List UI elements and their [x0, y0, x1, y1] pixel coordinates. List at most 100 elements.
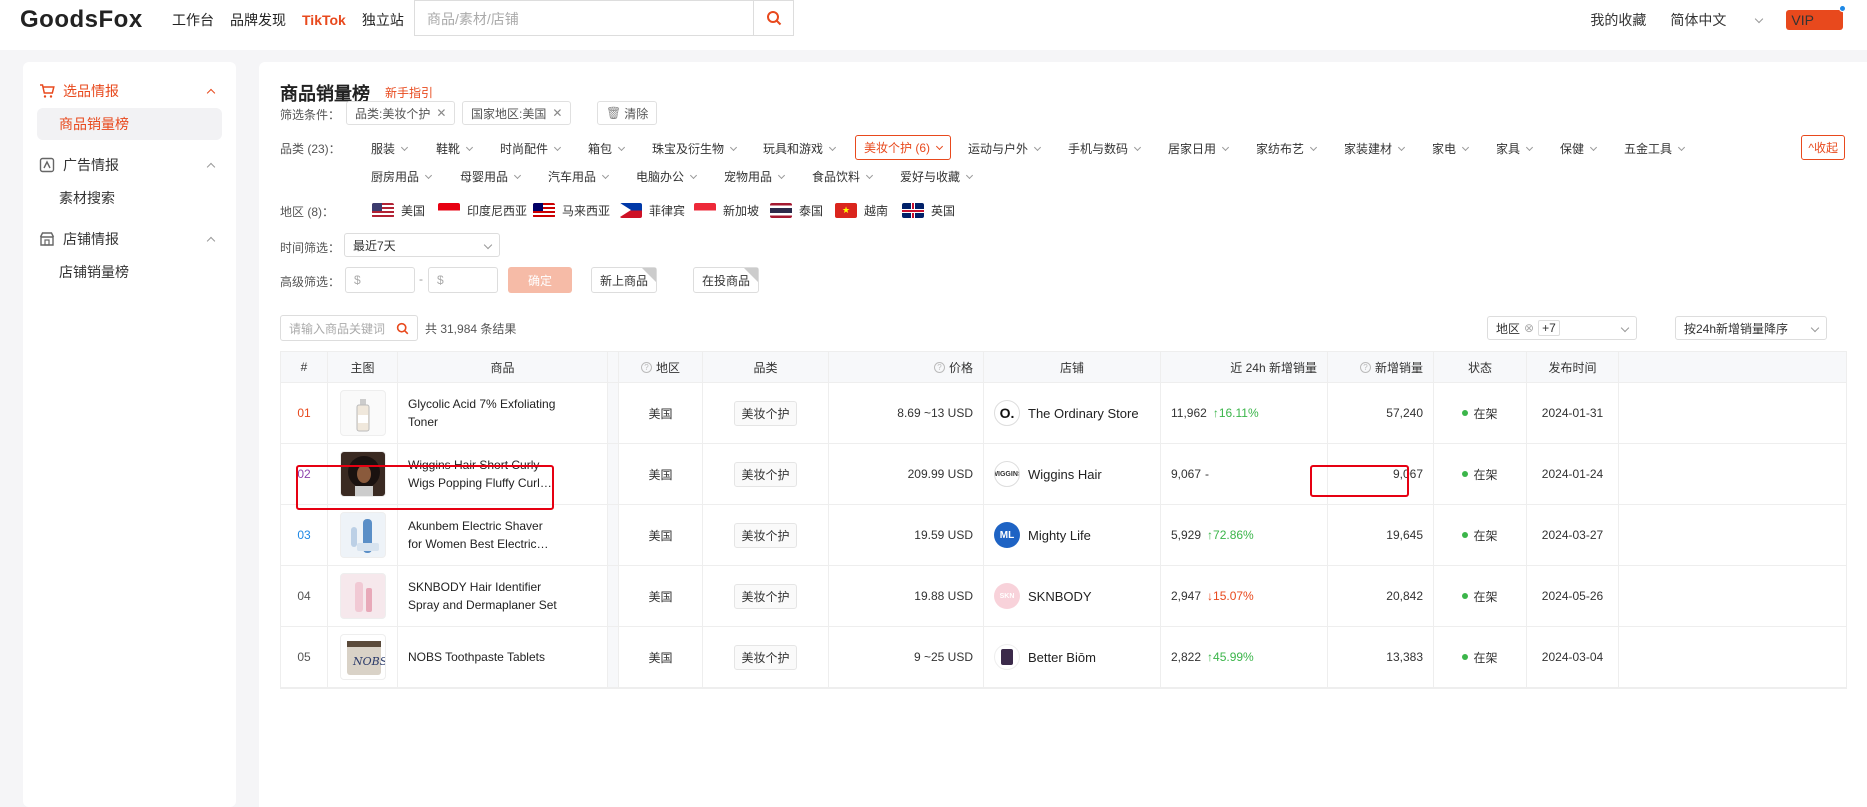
category-phones-digital[interactable]: 手机与数码 — [1068, 140, 1142, 157]
header-new-sales[interactable]: ? 新增销量 — [1328, 352, 1434, 382]
category-automotive[interactable]: 汽车用品 — [548, 168, 610, 185]
sidebar-item-product-sales-rank[interactable]: 商品销量榜 — [37, 108, 222, 140]
product-name[interactable]: Glycolic Acid 7% Exfoliating Toner — [408, 395, 558, 431]
table-row[interactable]: 05 NOBS NOBS Toothpaste Tablets 美国 美妆个护 … — [281, 627, 1846, 688]
sort-select[interactable]: 按24h新增销量降序 — [1675, 316, 1827, 340]
category-pets[interactable]: 宠物用品 — [724, 168, 786, 185]
shop-name[interactable]: SKNBODY — [1028, 589, 1092, 604]
collapse-categories-button[interactable]: ^收起 — [1801, 135, 1845, 160]
category-bags[interactable]: 箱包 — [588, 140, 626, 157]
region-malaysia[interactable]: 马来西亚 — [533, 202, 610, 219]
advertising-products-toggle[interactable]: 在投商品 — [693, 267, 760, 293]
product-name[interactable]: SKNBODY Hair Identifier Spray and Dermap… — [408, 578, 558, 614]
category-home-daily[interactable]: 居家日用 — [1168, 140, 1230, 157]
category-jewelry[interactable]: 珠宝及衍生物 — [652, 140, 738, 157]
shop-cell[interactable]: Better Biōm — [984, 627, 1161, 687]
price-min-input[interactable]: $ — [345, 267, 415, 293]
header-price[interactable]: ? 价格 — [829, 352, 984, 382]
language-selector[interactable]: 简体中文 — [1670, 10, 1764, 30]
sidebar-group-header-product-intel[interactable]: 选品情报 — [37, 76, 222, 106]
shop-cell[interactable]: O. The Ordinary Store — [984, 383, 1161, 443]
category-apparel[interactable]: 服装 — [371, 140, 409, 157]
category-toys-games[interactable]: 玩具和游戏 — [763, 140, 837, 157]
shop-cell[interactable]: SKN SKNBODY — [984, 566, 1161, 626]
shop-name[interactable]: Better Biōm — [1028, 650, 1096, 665]
category-furniture[interactable]: 家具 — [1496, 140, 1534, 157]
product-thumbnail[interactable] — [339, 573, 386, 619]
search-button[interactable] — [753, 1, 793, 35]
table-row[interactable]: 03 Akunbem Electric Shaver for Women Bes… — [281, 505, 1846, 566]
category-computers-office[interactable]: 电脑办公 — [636, 168, 698, 185]
beginner-guide-link[interactable]: 新手指引 — [385, 84, 433, 101]
region-uk[interactable]: 英国 — [902, 202, 955, 219]
product-name[interactable]: Wiggins Hair Short Curly Wigs Popping Fl… — [408, 456, 558, 492]
product-thumbnail[interactable] — [339, 390, 386, 436]
category-health[interactable]: 保健 — [1560, 140, 1598, 157]
nav-independent-site[interactable]: 独立站 — [362, 10, 404, 30]
category-hardware-tools[interactable]: 五金工具 — [1624, 140, 1686, 157]
status-dot-icon — [1462, 471, 1469, 477]
category-shoes[interactable]: 鞋靴 — [436, 140, 474, 157]
region-us[interactable]: 美国 — [372, 202, 425, 219]
product-thumbnail[interactable] — [339, 451, 386, 497]
sidebar-group-header-store-intel[interactable]: 店铺情报 — [37, 224, 222, 254]
filter-chip-region[interactable]: 国家地区:美国 ✕ — [462, 101, 572, 125]
sidebar-item-store-sales-rank[interactable]: 店铺销量榜 — [37, 256, 222, 288]
region-vietnam[interactable]: ★ 越南 — [835, 202, 888, 219]
product-thumbnail[interactable]: NOBS — [339, 634, 386, 680]
region-indonesia[interactable]: 印度尼西亚 — [438, 202, 527, 219]
shop-name[interactable]: Wiggins Hair — [1028, 467, 1102, 482]
category-home-improvement[interactable]: 家装建材 — [1344, 140, 1406, 157]
clear-filters-button[interactable]: 🗑 清除 — [597, 101, 658, 125]
header-label: 地区 — [655, 360, 680, 375]
close-icon[interactable]: ✕ — [436, 106, 446, 120]
category-beauty-personal-care[interactable]: 美妆个护 (6) — [855, 135, 952, 160]
close-icon[interactable]: ⊗ — [1524, 321, 1534, 335]
new-products-toggle[interactable]: 新上商品 — [591, 267, 658, 293]
header-24h-sales[interactable]: 近 24h 新增销量 — [1161, 352, 1328, 382]
close-icon[interactable]: ✕ — [552, 106, 562, 120]
category-kitchen[interactable]: 厨房用品 — [371, 168, 433, 185]
category-hobbies-collectibles[interactable]: 爱好与收藏 — [900, 168, 974, 185]
category-food-beverage[interactable]: 食品饮料 — [812, 168, 874, 185]
shop-name[interactable]: The Ordinary Store — [1028, 406, 1139, 421]
chevron-down-icon — [1755, 14, 1764, 24]
chevron-down-icon — [1461, 143, 1470, 151]
global-search-input[interactable]: 商品/素材/店铺 — [415, 1, 753, 35]
image-cell — [328, 383, 398, 443]
region-singapore[interactable]: 新加坡 — [694, 202, 759, 219]
region-multi-select[interactable]: 地区 ⊗ +7 — [1487, 316, 1637, 340]
region-thailand[interactable]: 泰国 — [770, 202, 823, 219]
keyword-search-input[interactable]: 请输入商品关键词 — [280, 315, 418, 341]
price-confirm-button[interactable]: 确定 — [508, 267, 572, 293]
sidebar-item-material-search[interactable]: 素材搜索 — [37, 182, 222, 214]
category-baby[interactable]: 母婴用品 — [460, 168, 522, 185]
shop-cell[interactable]: WIGGINS Wiggins Hair — [984, 444, 1161, 504]
price-max-input[interactable]: $ — [428, 267, 498, 293]
category-fashion-accessories[interactable]: 时尚配件 — [500, 140, 562, 157]
table-row[interactable]: 01 Glycolic Acid 7% Exfoliating Toner 美国… — [281, 383, 1846, 444]
shop-name[interactable]: Mighty Life — [1028, 528, 1091, 543]
category-appliances[interactable]: 家电 — [1432, 140, 1470, 157]
header-region[interactable]: ? 地区 — [619, 352, 703, 382]
nav-tiktok[interactable]: TikTok — [302, 10, 346, 30]
sidebar-group-header-ad-intel[interactable]: 广告情报 — [37, 150, 222, 180]
filter-chip-category[interactable]: 品类:美妆个护 ✕ — [346, 101, 456, 125]
product-name[interactable]: NOBS Toothpaste Tablets — [408, 648, 558, 666]
ad-icon — [39, 157, 55, 173]
table-row[interactable]: 02 Wiggins Hair Short Curly Wigs Popping… — [281, 444, 1846, 505]
nav-workbench[interactable]: 工作台 — [172, 10, 214, 30]
category-sports-outdoor[interactable]: 运动与户外 — [968, 140, 1042, 157]
goodsfox-logo[interactable]: GoodsFox — [20, 6, 143, 34]
product-thumbnail[interactable] — [339, 512, 386, 558]
vip-badge[interactable]: VIP — [1786, 5, 1846, 30]
price-cell: 209.99 USD — [829, 444, 984, 504]
product-name[interactable]: Akunbem Electric Shaver for Women Best E… — [408, 517, 558, 553]
region-philippines[interactable]: 菲律宾 — [620, 202, 685, 219]
my-favorites-link[interactable]: 我的收藏 — [1590, 10, 1646, 30]
table-row[interactable]: 04 SKNBODY Hair Identifier Spray and Der… — [281, 566, 1846, 627]
shop-cell[interactable]: ML Mighty Life — [984, 505, 1161, 565]
nav-brand-discovery[interactable]: 品牌发现 — [230, 10, 286, 30]
category-home-textiles[interactable]: 家纺布艺 — [1256, 140, 1318, 157]
time-filter-select[interactable]: 最近7天 — [344, 233, 500, 257]
